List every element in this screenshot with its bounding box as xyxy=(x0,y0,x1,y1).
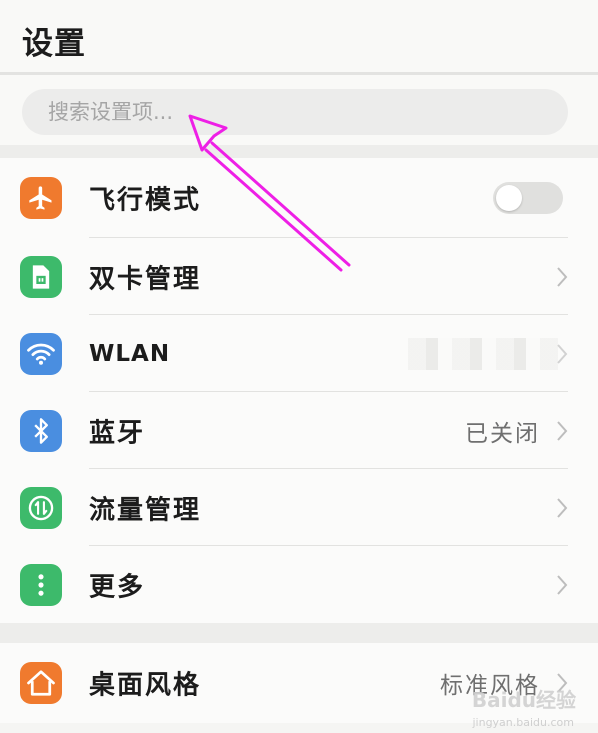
row-more[interactable]: 更多 xyxy=(0,546,598,623)
toggle-knob xyxy=(496,185,522,211)
data-usage-icon xyxy=(20,486,62,529)
sim-card-icon xyxy=(20,255,62,298)
section-gap xyxy=(0,145,598,158)
row-label: WLAN xyxy=(89,340,171,367)
watermark-logo: Baidu经验 xyxy=(471,688,576,712)
row-airplane-mode[interactable]: 飞行模式 xyxy=(0,158,598,238)
bluetooth-status: 已关闭 xyxy=(465,420,540,447)
search-bar xyxy=(0,75,598,145)
chevron-right-icon xyxy=(557,420,568,441)
watermark-url: jingyan.baidu.com xyxy=(472,716,574,729)
chevron-right-icon xyxy=(557,497,568,518)
blurred-network-name xyxy=(408,337,558,370)
row-dual-sim[interactable]: 双卡管理 xyxy=(0,238,598,315)
bluetooth-icon xyxy=(20,409,62,452)
chevron-right-icon xyxy=(557,266,568,287)
chevron-right-icon xyxy=(557,574,568,595)
row-label: 飞行模式 xyxy=(89,185,202,216)
page-title: 设置 xyxy=(22,26,86,62)
row-bluetooth[interactable]: 蓝牙 已关闭 xyxy=(0,392,598,469)
airplane-icon xyxy=(20,177,62,219)
row-label: 蓝牙 xyxy=(89,418,146,448)
row-data-usage[interactable]: 流量管理 xyxy=(0,469,598,546)
more-icon xyxy=(20,563,62,606)
settings-screen: 设置 飞行模式 双卡管理 WL xyxy=(0,0,598,733)
row-wlan[interactable]: WLAN xyxy=(0,315,598,392)
section-gap xyxy=(0,623,598,643)
airplane-mode-toggle[interactable] xyxy=(493,182,563,214)
home-style-icon xyxy=(20,662,62,704)
search-input[interactable] xyxy=(22,89,568,135)
row-label: 更多 xyxy=(89,572,146,602)
header: 设置 xyxy=(0,0,598,72)
connectivity-group: 飞行模式 双卡管理 WLAN 蓝牙 已关闭 流量管理 更多 xyxy=(0,158,598,623)
row-label: 桌面风格 xyxy=(89,670,202,701)
row-label: 流量管理 xyxy=(89,495,202,525)
row-label: 双卡管理 xyxy=(89,264,202,294)
chevron-right-icon xyxy=(557,343,568,364)
wifi-icon xyxy=(20,332,62,375)
